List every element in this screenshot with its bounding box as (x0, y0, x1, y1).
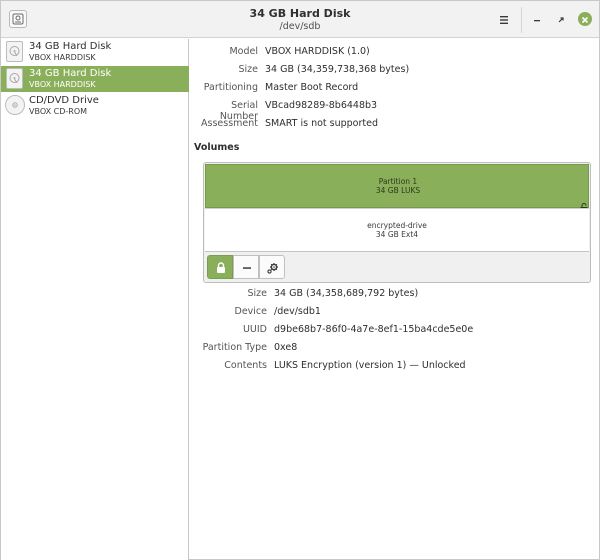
sidebar-item-hard-disk-1[interactable]: 34 GB Hard Disk VBOX HARDDISK (1, 39, 189, 65)
partitioning-value: Master Boot Record (265, 82, 359, 93)
volume-map: Partition 1 34 GB LUKS encrypted-drive 3… (203, 162, 591, 283)
uuid-label: UUID (242, 324, 267, 335)
volume-desc: 34 GB Ext4 (375, 230, 419, 239)
gears-icon (267, 263, 278, 274)
contents-label: Contents (224, 360, 267, 371)
sidebar-item-cd-dvd-drive[interactable]: CD/DVD Drive VBOX CD-ROM (1, 93, 189, 119)
model-label: Model (229, 46, 258, 57)
partition-block[interactable]: Partition 1 34 GB LUKS (205, 164, 589, 212)
sidebar-item-hard-disk-2[interactable]: 34 GB Hard Disk VBOX HARDDISK (1, 66, 189, 92)
minus-icon (243, 267, 251, 269)
partition-type-label: Partition Type (202, 342, 267, 353)
partition-desc: 34 GB LUKS (375, 186, 421, 195)
partition-type-value: 0xe8 (274, 342, 298, 353)
lock-icon (217, 262, 225, 273)
device-label: Device (234, 306, 268, 317)
lock-button[interactable] (207, 255, 233, 279)
assessment-value: SMART is not supported (265, 118, 378, 129)
remove-partition-button[interactable] (233, 255, 259, 279)
contents-value: LUKS Encryption (version 1) — Unlocked (274, 360, 466, 371)
drive-model: VBOX HARDDISK (29, 53, 96, 62)
partition-options-button[interactable] (259, 255, 285, 279)
model-value: VBOX HARDDISK (1.0) (265, 46, 370, 57)
drive-model: VBOX HARDDISK (29, 80, 96, 89)
assessment-label: Assessment (201, 118, 258, 129)
header-separator (521, 7, 522, 33)
unlocked-icon (580, 197, 588, 212)
close-icon[interactable] (578, 12, 592, 26)
volume-toolbar (205, 253, 589, 282)
volume-name: encrypted-drive (367, 221, 427, 230)
size-label: Size (238, 64, 258, 75)
size-value: 34 GB (34,359,738,368 bytes) (265, 64, 410, 75)
device-value: /dev/sdb1 (274, 306, 321, 317)
volume-size-value: 34 GB (34,358,689,792 bytes) (274, 288, 419, 299)
volumes-heading: Volumes (194, 142, 240, 153)
minimize-icon[interactable] (530, 12, 544, 26)
uuid-value: d9be68b7-86f0-4a7e-8ef1-15ba4cde5e0e (274, 324, 474, 335)
hard-disk-icon (6, 41, 23, 62)
encrypted-volume-block[interactable]: encrypted-drive 34 GB Ext4 (205, 208, 589, 252)
header-bar: 34 GB Hard Disk /dev/sdb (1, 1, 599, 38)
serial-number-value: VBcad98289-8b6448b3 (265, 100, 378, 111)
partition-name: Partition 1 (378, 177, 418, 186)
drive-model: VBOX CD-ROM (29, 107, 88, 116)
drive-name: 34 GB Hard Disk (29, 41, 112, 52)
drive-name: CD/DVD Drive (29, 95, 99, 106)
maximize-icon[interactable] (554, 12, 568, 26)
drive-name: 34 GB Hard Disk (29, 68, 112, 79)
optical-drive-icon (5, 95, 25, 115)
drive-details-panel: Model VBOX HARDDISK (1.0) Size 34 GB (34… (190, 39, 599, 560)
disks-window: 34 GB Hard Disk /dev/sdb 34 GB Hard Disk… (0, 0, 600, 560)
partitioning-label: Partitioning (203, 82, 258, 93)
hard-disk-icon (6, 68, 23, 89)
drive-sidebar: 34 GB Hard Disk VBOX HARDDISK 34 GB Hard… (1, 39, 189, 560)
volume-size-label: Size (247, 288, 267, 299)
hamburger-menu-icon[interactable] (495, 11, 513, 29)
